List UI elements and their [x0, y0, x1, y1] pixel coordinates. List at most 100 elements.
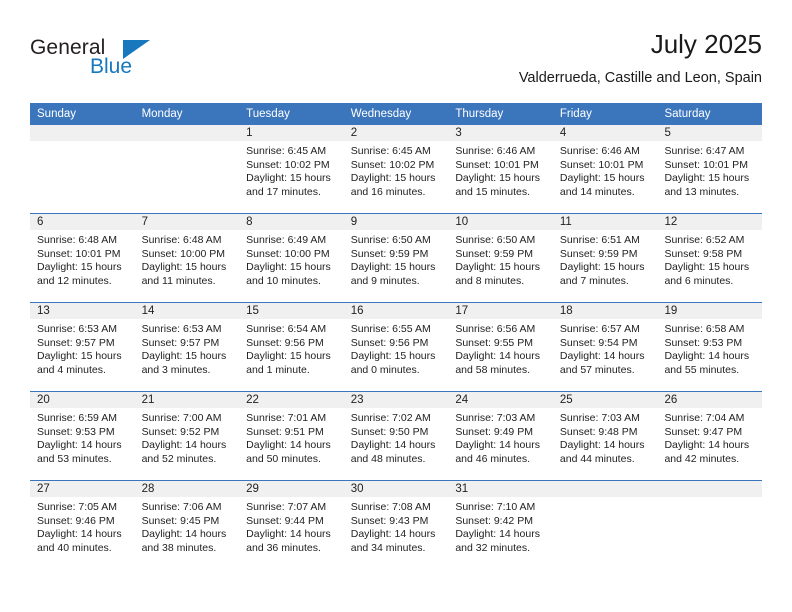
- sunset-text: Sunset: 9:44 PM: [246, 514, 324, 527]
- sunrise-text: Sunrise: 7:07 AM: [246, 501, 327, 513]
- sunset-text: Sunset: 9:59 PM: [455, 247, 533, 260]
- calendar-day-cell[interactable]: 16 Sunrise: 6:55 AM Sunset: 9:56 PM Dayligh…: [343, 303, 449, 391]
- location-subtitle: Valderrueda, Castille and Leon, Spain: [518, 70, 762, 86]
- weekday-header-thursday: Thursday: [455, 108, 504, 120]
- day-details: Sunrise: 6:52 AM Sunset: 9:58 PM Daylight:…: [657, 230, 762, 288]
- calendar-day-cell[interactable]: 7 Sunrise: 6:48 AM Sunset: 10:00 PM Dayligh…: [134, 214, 240, 302]
- sunset-text: Sunset: 9:42 PM: [455, 514, 533, 527]
- calendar-day-cell[interactable]: 21 Sunrise: 7:00 AM Sunset: 9:52 PM Dayligh…: [134, 392, 240, 480]
- calendar-day-cell[interactable]: 4 Sunrise: 6:46 AM Sunset: 10:01 PM Dayligh…: [552, 125, 658, 213]
- daylight-text: Daylight: 15 hours and 3 minutes.: [141, 350, 227, 376]
- day-details: Sunrise: 6:45 AM Sunset: 10:02 PM Daylight…: [344, 141, 449, 199]
- weekday-header-tuesday: Tuesday: [246, 108, 290, 120]
- sunset-text: Sunset: 9:43 PM: [350, 514, 429, 527]
- calendar-day-cell[interactable]: 24 Sunrise: 7:03 AM Sunset: 9:49 PM Dayligh…: [448, 392, 553, 480]
- sunrise-text: Sunrise: 7:05 AM: [37, 501, 117, 513]
- calendar-day-cell[interactable]: 3 Sunrise: 6:46 AM Sunset: 10:01 PM Dayligh…: [448, 125, 553, 213]
- daylight-text: Daylight: 14 hours and 34 minutes.: [350, 528, 436, 554]
- calendar-day-cell[interactable]: 25 Sunrise: 7:03 AM Sunset: 9:48 PM Dayligh…: [552, 392, 658, 480]
- calendar-empty-cell: [30, 125, 135, 213]
- calendar-day-cell[interactable]: 28 Sunrise: 7:06 AM Sunset: 9:45 PM Dayligh…: [134, 481, 240, 569]
- calendar-day-cell[interactable]: 15 Sunrise: 6:54 AM Sunset: 9:56 PM Dayligh…: [239, 303, 344, 391]
- weekday-header-wednesday: Wednesday: [350, 108, 412, 120]
- calendar-day-cell[interactable]: 17 Sunrise: 6:56 AM Sunset: 9:55 PM Dayligh…: [448, 303, 553, 391]
- calendar-day-cell[interactable]: 29 Sunrise: 7:07 AM Sunset: 9:44 PM Dayligh…: [239, 481, 344, 569]
- calendar-day-cell[interactable]: 12 Sunrise: 6:52 AM Sunset: 9:58 PM Dayligh…: [657, 214, 763, 302]
- calendar-day-cell[interactable]: 11 Sunrise: 6:51 AM Sunset: 9:59 PM Dayligh…: [552, 214, 658, 302]
- calendar-day-cell[interactable]: 19 Sunrise: 6:58 AM Sunset: 9:53 PM Dayligh…: [657, 303, 763, 391]
- day-details: Sunrise: 6:53 AM Sunset: 9:57 PM Daylight:…: [30, 319, 135, 377]
- day-details: Sunrise: 7:04 AM Sunset: 9:47 PM Daylight:…: [657, 408, 762, 466]
- calendar-day-cell[interactable]: 30 Sunrise: 7:08 AM Sunset: 9:43 PM Dayligh…: [343, 481, 449, 569]
- sunrise-text: Sunrise: 7:00 AM: [141, 412, 222, 424]
- calendar-day-cell[interactable]: 1 Sunrise: 6:45 AM Sunset: 10:02 PM Dayligh…: [239, 125, 344, 213]
- day-number: 14: [134, 303, 240, 319]
- sunrise-text: Sunrise: 6:52 AM: [664, 234, 745, 246]
- sunset-text: Sunset: 9:47 PM: [664, 425, 743, 438]
- calendar-week-row: 13 Sunrise: 6:53 AM Sunset: 9:57 PM Dayligh…: [30, 302, 763, 391]
- daylight-text: Daylight: 14 hours and 50 minutes.: [246, 439, 331, 465]
- calendar-day-cell[interactable]: 18 Sunrise: 6:57 AM Sunset: 9:54 PM Dayligh…: [552, 303, 658, 391]
- daylight-text: Daylight: 15 hours and 0 minutes.: [350, 350, 436, 376]
- day-number: 7: [134, 214, 240, 230]
- calendar-day-cell[interactable]: 8 Sunrise: 6:49 AM Sunset: 10:00 PM Dayligh…: [239, 214, 344, 302]
- calendar-day-cell[interactable]: 5 Sunrise: 6:47 AM Sunset: 10:01 PM Dayligh…: [657, 125, 763, 213]
- calendar-day-cell[interactable]: 13 Sunrise: 6:53 AM Sunset: 9:57 PM Dayligh…: [30, 303, 135, 391]
- daylight-text: Daylight: 14 hours and 46 minutes.: [455, 439, 540, 465]
- calendar-day-cell[interactable]: 2 Sunrise: 6:45 AM Sunset: 10:02 PM Dayligh…: [343, 125, 449, 213]
- calendar-day-cell[interactable]: 22 Sunrise: 7:01 AM Sunset: 9:51 PM Dayligh…: [239, 392, 344, 480]
- day-number: 31: [448, 481, 553, 497]
- calendar-week-row: 20 Sunrise: 6:59 AM Sunset: 9:53 PM Dayligh…: [30, 391, 763, 480]
- day-details: Sunrise: 6:50 AM Sunset: 9:59 PM Daylight:…: [344, 230, 449, 288]
- sunrise-text: Sunrise: 7:03 AM: [559, 412, 640, 424]
- sunrise-text: Sunrise: 6:53 AM: [37, 323, 117, 335]
- calendar-day-cell[interactable]: 10 Sunrise: 6:50 AM Sunset: 9:59 PM Dayligh…: [448, 214, 553, 302]
- weekday-header-saturday: Saturday: [664, 108, 711, 120]
- calendar-grid: Sunday Monday Tuesday Wednesday Thursday Frid…: [30, 103, 763, 569]
- day-details: Sunrise: 6:50 AM Sunset: 9:59 PM Daylight:…: [448, 230, 553, 288]
- page-title: July 2025: [650, 29, 762, 59]
- daylight-text: Daylight: 15 hours and 15 minutes.: [455, 172, 540, 198]
- daylight-text: Daylight: 14 hours and 57 minutes.: [559, 350, 645, 376]
- sunrise-text: Sunrise: 6:54 AM: [246, 323, 327, 335]
- calendar-day-cell[interactable]: 14 Sunrise: 6:53 AM Sunset: 9:57 PM Dayligh…: [134, 303, 240, 391]
- daylight-text: Daylight: 15 hours and 1 minute.: [246, 350, 331, 376]
- sunset-text: Sunset: 9:58 PM: [664, 247, 743, 260]
- sunset-text: Sunset: 9:49 PM: [455, 425, 533, 438]
- calendar-week-row: 6 Sunrise: 6:48 AM Sunset: 10:01 PM Dayligh…: [30, 213, 763, 302]
- day-details: Sunrise: 7:03 AM Sunset: 9:48 PM Daylight:…: [553, 408, 658, 466]
- calendar-empty-cell: [134, 125, 240, 213]
- day-details: Sunrise: 6:45 AM Sunset: 10:02 PM Daylight…: [239, 141, 344, 199]
- calendar-empty-cell: [552, 481, 658, 569]
- sunrise-text: Sunrise: 6:50 AM: [455, 234, 536, 246]
- day-number: 30: [343, 481, 449, 497]
- calendar-day-cell[interactable]: 6 Sunrise: 6:48 AM Sunset: 10:01 PM Dayligh…: [30, 214, 135, 302]
- sunset-text: Sunset: 9:57 PM: [37, 336, 115, 349]
- day-number: 9: [343, 214, 449, 230]
- daylight-text: Daylight: 15 hours and 10 minutes.: [246, 261, 331, 287]
- calendar-day-cell[interactable]: 27 Sunrise: 7:05 AM Sunset: 9:46 PM Dayligh…: [30, 481, 135, 569]
- day-details: Sunrise: 7:05 AM Sunset: 9:46 PM Daylight:…: [30, 497, 135, 555]
- daylight-text: Daylight: 14 hours and 42 minutes.: [664, 439, 750, 465]
- calendar-week-row: 1 Sunrise: 6:45 AM Sunset: 10:02 PM Dayligh…: [30, 125, 763, 213]
- day-details: Sunrise: 7:10 AM Sunset: 9:42 PM Daylight:…: [448, 497, 553, 555]
- sunset-text: Sunset: 9:45 PM: [141, 514, 220, 527]
- day-number: 1: [239, 125, 344, 141]
- day-number: 25: [552, 392, 658, 408]
- calendar-day-cell[interactable]: 20 Sunrise: 6:59 AM Sunset: 9:53 PM Dayligh…: [30, 392, 135, 480]
- sunrise-text: Sunrise: 6:49 AM: [246, 234, 327, 246]
- daylight-text: Daylight: 14 hours and 58 minutes.: [455, 350, 540, 376]
- general-blue-logo[interactable]: General Blue: [30, 36, 210, 86]
- day-details: Sunrise: 6:57 AM Sunset: 9:54 PM Daylight:…: [553, 319, 658, 377]
- calendar-day-cell[interactable]: 26 Sunrise: 7:04 AM Sunset: 9:47 PM Dayligh…: [657, 392, 763, 480]
- daylight-text: Daylight: 15 hours and 8 minutes.: [455, 261, 540, 287]
- sunrise-text: Sunrise: 6:51 AM: [559, 234, 640, 246]
- day-details: Sunrise: 7:06 AM Sunset: 9:45 PM Daylight:…: [135, 497, 240, 555]
- sunset-text: Sunset: 9:48 PM: [559, 425, 638, 438]
- daylight-text: Daylight: 14 hours and 53 minutes.: [37, 439, 122, 465]
- sunrise-text: Sunrise: 6:46 AM: [455, 145, 536, 157]
- sunrise-text: Sunrise: 7:10 AM: [455, 501, 536, 513]
- calendar-day-cell[interactable]: 9 Sunrise: 6:50 AM Sunset: 9:59 PM Daylight…: [343, 214, 449, 302]
- calendar-day-cell[interactable]: 23 Sunrise: 7:02 AM Sunset: 9:50 PM Dayligh…: [343, 392, 449, 480]
- calendar-day-cell[interactable]: 31 Sunrise: 7:10 AM Sunset: 9:42 PM Dayligh…: [448, 481, 553, 569]
